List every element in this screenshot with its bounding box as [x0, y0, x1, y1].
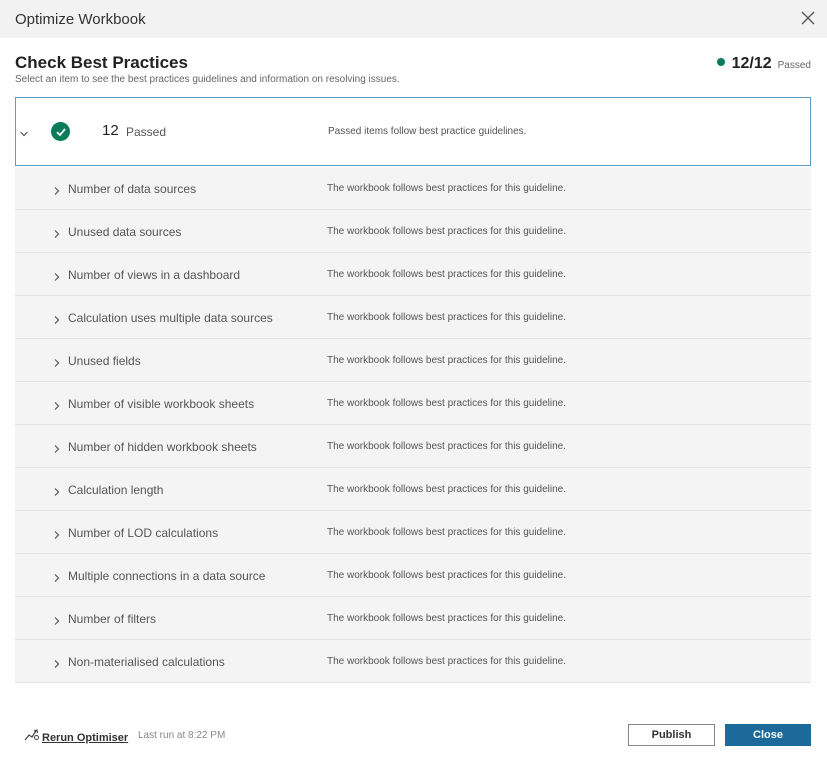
- dialog-title: Optimize Workbook: [15, 10, 146, 28]
- list-item-name: Multiple connections in a data source: [68, 569, 266, 583]
- list-item-description: The workbook follows best practices for …: [327, 441, 567, 452]
- chevron-right-icon: [53, 613, 61, 625]
- chevron-right-icon: [53, 398, 61, 410]
- list-item[interactable]: Number of filters The workbook follows b…: [15, 597, 811, 640]
- summary-status: 12/12 Passed: [716, 55, 811, 73]
- list-item[interactable]: Calculation uses multiple data sources T…: [15, 296, 811, 339]
- passed-label: Passed: [126, 125, 167, 139]
- page-subtitle: Select an item to see the best practices…: [15, 74, 400, 85]
- list-item-description: The workbook follows best practices for …: [327, 656, 567, 667]
- list-item-name: Number of views in a dashboard: [68, 268, 241, 282]
- list-item-name: Number of filters: [68, 612, 157, 626]
- list-item[interactable]: Unused data sources The workbook follows…: [15, 210, 811, 253]
- last-run-text: Last run at 8:22 PM: [138, 730, 226, 741]
- list-item-description: The workbook follows best practices for …: [327, 355, 567, 366]
- list-item-name: Number of visible workbook sheets: [68, 397, 255, 411]
- list-item[interactable]: Number of visible workbook sheets The wo…: [15, 382, 811, 425]
- list-item[interactable]: Number of hidden workbook sheets The wor…: [15, 425, 811, 468]
- summary-label: Passed: [777, 60, 811, 71]
- chevron-right-icon: [53, 226, 61, 238]
- chevron-right-icon: [53, 355, 61, 367]
- status-dot-icon: [716, 58, 725, 66]
- chevron-right-icon: [53, 183, 61, 195]
- page-title: Check Best Practices: [15, 53, 188, 72]
- list-item[interactable]: Number of data sources The workbook foll…: [15, 167, 811, 210]
- list-item[interactable]: Non-materialised calculations The workbo…: [15, 640, 811, 683]
- list-item-name: Number of hidden workbook sheets: [68, 440, 257, 454]
- list-item-name: Non-materialised calculations: [68, 655, 225, 669]
- check-circle-icon: [51, 122, 70, 141]
- dialog-title-bar: Optimize Workbook: [0, 0, 827, 38]
- list-item-name: Calculation uses multiple data sources: [68, 311, 273, 325]
- summary-count: 12/12: [731, 55, 772, 72]
- rerun-icon: [24, 728, 40, 747]
- list-item[interactable]: Number of LOD calculations The workbook …: [15, 511, 811, 554]
- list-item-description: The workbook follows best practices for …: [327, 527, 567, 538]
- chevron-right-icon: [53, 656, 61, 668]
- chevron-right-icon: [53, 441, 61, 453]
- chevron-right-icon: [53, 484, 61, 496]
- list-item-name: Unused data sources: [68, 225, 182, 239]
- chevron-right-icon: [53, 527, 61, 539]
- list-item[interactable]: Number of views in a dashboard The workb…: [15, 253, 811, 296]
- list-item-description: The workbook follows best practices for …: [327, 398, 567, 409]
- list-item-name: Calculation length: [68, 483, 164, 497]
- close-icon[interactable]: [799, 9, 817, 27]
- rerun-optimiser-link[interactable]: Rerun Optimiser: [24, 728, 128, 747]
- passed-count: 12: [102, 122, 119, 139]
- list-item-name: Unused fields: [68, 354, 141, 368]
- list-item-description: The workbook follows best practices for …: [327, 613, 567, 624]
- list-item-name: Number of LOD calculations: [68, 526, 219, 540]
- list-item[interactable]: Calculation length The workbook follows …: [15, 468, 811, 511]
- list-item-name: Number of data sources: [68, 182, 197, 196]
- publish-button[interactable]: Publish: [628, 724, 715, 746]
- passed-group-header[interactable]: 12 Passed Passed items follow best pract…: [15, 97, 811, 166]
- list-item[interactable]: Multiple connections in a data source Th…: [15, 554, 811, 597]
- guideline-list: Number of data sources The workbook foll…: [15, 167, 811, 683]
- passed-description: Passed items follow best practice guidel…: [328, 126, 527, 137]
- list-item[interactable]: Unused fields The workbook follows best …: [15, 339, 811, 382]
- list-item-description: The workbook follows best practices for …: [327, 226, 567, 237]
- chevron-right-icon: [53, 269, 61, 281]
- list-item-description: The workbook follows best practices for …: [327, 312, 567, 323]
- chevron-down-icon[interactable]: [19, 126, 29, 137]
- chevron-right-icon: [53, 570, 61, 582]
- list-item-description: The workbook follows best practices for …: [327, 183, 567, 194]
- rerun-label[interactable]: Rerun Optimiser: [42, 732, 128, 744]
- list-item-description: The workbook follows best practices for …: [327, 269, 567, 280]
- list-item-description: The workbook follows best practices for …: [327, 484, 567, 495]
- close-button[interactable]: Close: [725, 724, 811, 746]
- list-item-description: The workbook follows best practices for …: [327, 570, 567, 581]
- chevron-right-icon: [53, 312, 61, 324]
